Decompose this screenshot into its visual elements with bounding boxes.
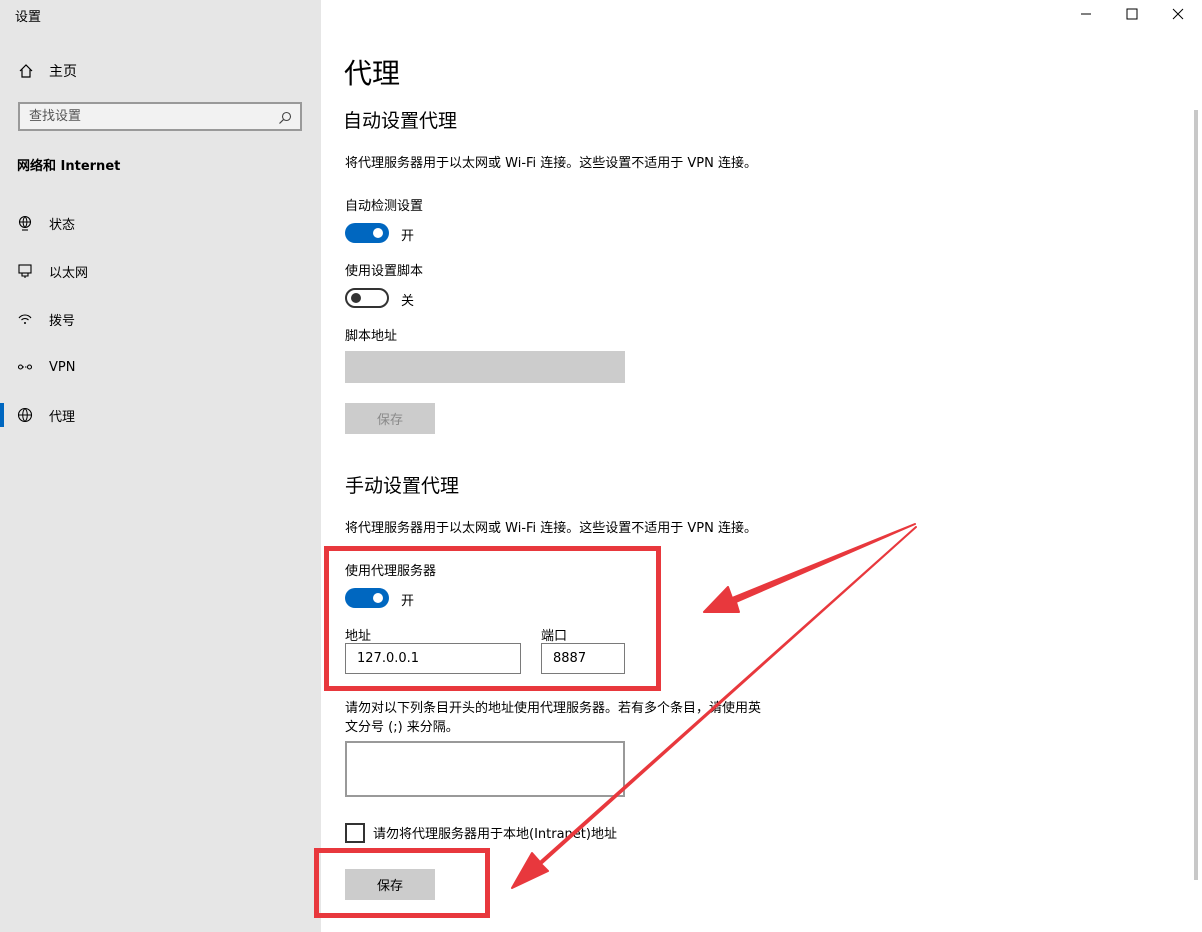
manual-proxy-heading: 手动设置代理 [345, 475, 460, 497]
local-bypass-checkbox[interactable] [345, 823, 365, 843]
auto-proxy-heading: 自动设置代理 [343, 110, 458, 132]
search-icon[interactable] [278, 110, 292, 124]
script-address-field[interactable] [345, 351, 625, 383]
globe-icon [16, 406, 34, 424]
exceptions-description-line1: 请勿对以下列条目开头的地址使用代理服务器。若有多个条目，请使用英 [345, 701, 762, 716]
minimize-button[interactable] [1063, 0, 1109, 28]
proxy-port-label: 端口 [541, 629, 568, 644]
sidebar-item-label: 以太网 [49, 265, 89, 281]
setup-script-label: 使用设置脚本 [345, 264, 424, 279]
close-icon [1172, 8, 1184, 20]
sidebar-item-vpn[interactable]: VPN [0, 349, 321, 385]
maximize-icon [1126, 8, 1138, 20]
status-globe-icon [16, 214, 34, 232]
use-proxy-toggle[interactable] [345, 588, 389, 608]
search-box[interactable] [18, 102, 302, 131]
search-input[interactable] [20, 108, 271, 125]
use-proxy-label: 使用代理服务器 [345, 564, 437, 579]
setup-script-toggle[interactable] [345, 288, 389, 308]
proxy-address-input[interactable]: 127.0.0.1 [345, 643, 521, 674]
window-title: 设置 [15, 10, 42, 25]
home-icon [17, 62, 35, 80]
sidebar: 设置 主页 网络和 Internet 状态 以太网 拨号 VP [0, 0, 321, 932]
local-bypass-label: 请勿将代理服务器用于本地(Intranet)地址 [373, 827, 617, 842]
sidebar-item-label: 拨号 [49, 313, 76, 329]
sidebar-item-label: VPN [49, 359, 76, 375]
sidebar-item-dialup[interactable]: 拨号 [0, 301, 321, 337]
home-label: 主页 [49, 64, 77, 80]
sidebar-item-label: 代理 [49, 409, 76, 425]
sidebar-item-label: 状态 [49, 217, 76, 233]
manual-proxy-description: 将代理服务器用于以太网或 Wi-Fi 连接。这些设置不适用于 VPN 连接。 [345, 521, 758, 536]
page-title: 代理 [344, 57, 401, 90]
script-address-label: 脚本地址 [345, 329, 398, 344]
sidebar-item-ethernet[interactable]: 以太网 [0, 253, 321, 289]
auto-proxy-description: 将代理服务器用于以太网或 Wi-Fi 连接。这些设置不适用于 VPN 连接。 [345, 156, 758, 171]
sidebar-item-status[interactable]: 状态 [0, 205, 321, 241]
manual-save-button[interactable]: 保存 [345, 869, 435, 900]
dialup-icon [16, 310, 34, 328]
exceptions-description-line2: 文分号 (;) 来分隔。 [345, 720, 459, 735]
auto-save-button[interactable]: 保存 [345, 403, 435, 434]
maximize-button[interactable] [1109, 0, 1155, 28]
exceptions-textarea[interactable] [345, 741, 625, 797]
setup-script-state: 关 [401, 294, 415, 309]
vpn-icon [16, 358, 34, 376]
use-proxy-state: 开 [401, 594, 415, 609]
section-label: 网络和 Internet [17, 159, 121, 174]
scrollbar[interactable] [1194, 110, 1198, 880]
proxy-address-label: 地址 [345, 629, 372, 644]
proxy-port-input[interactable]: 8887 [541, 643, 625, 674]
sidebar-item-proxy[interactable]: 代理 [0, 397, 321, 433]
auto-detect-state: 开 [401, 229, 415, 244]
auto-detect-label: 自动检测设置 [345, 199, 424, 214]
home-link[interactable]: 主页 [17, 58, 77, 84]
minimize-icon [1081, 13, 1091, 15]
close-button[interactable] [1155, 0, 1201, 28]
ethernet-icon [16, 262, 34, 280]
auto-detect-toggle[interactable] [345, 223, 389, 243]
